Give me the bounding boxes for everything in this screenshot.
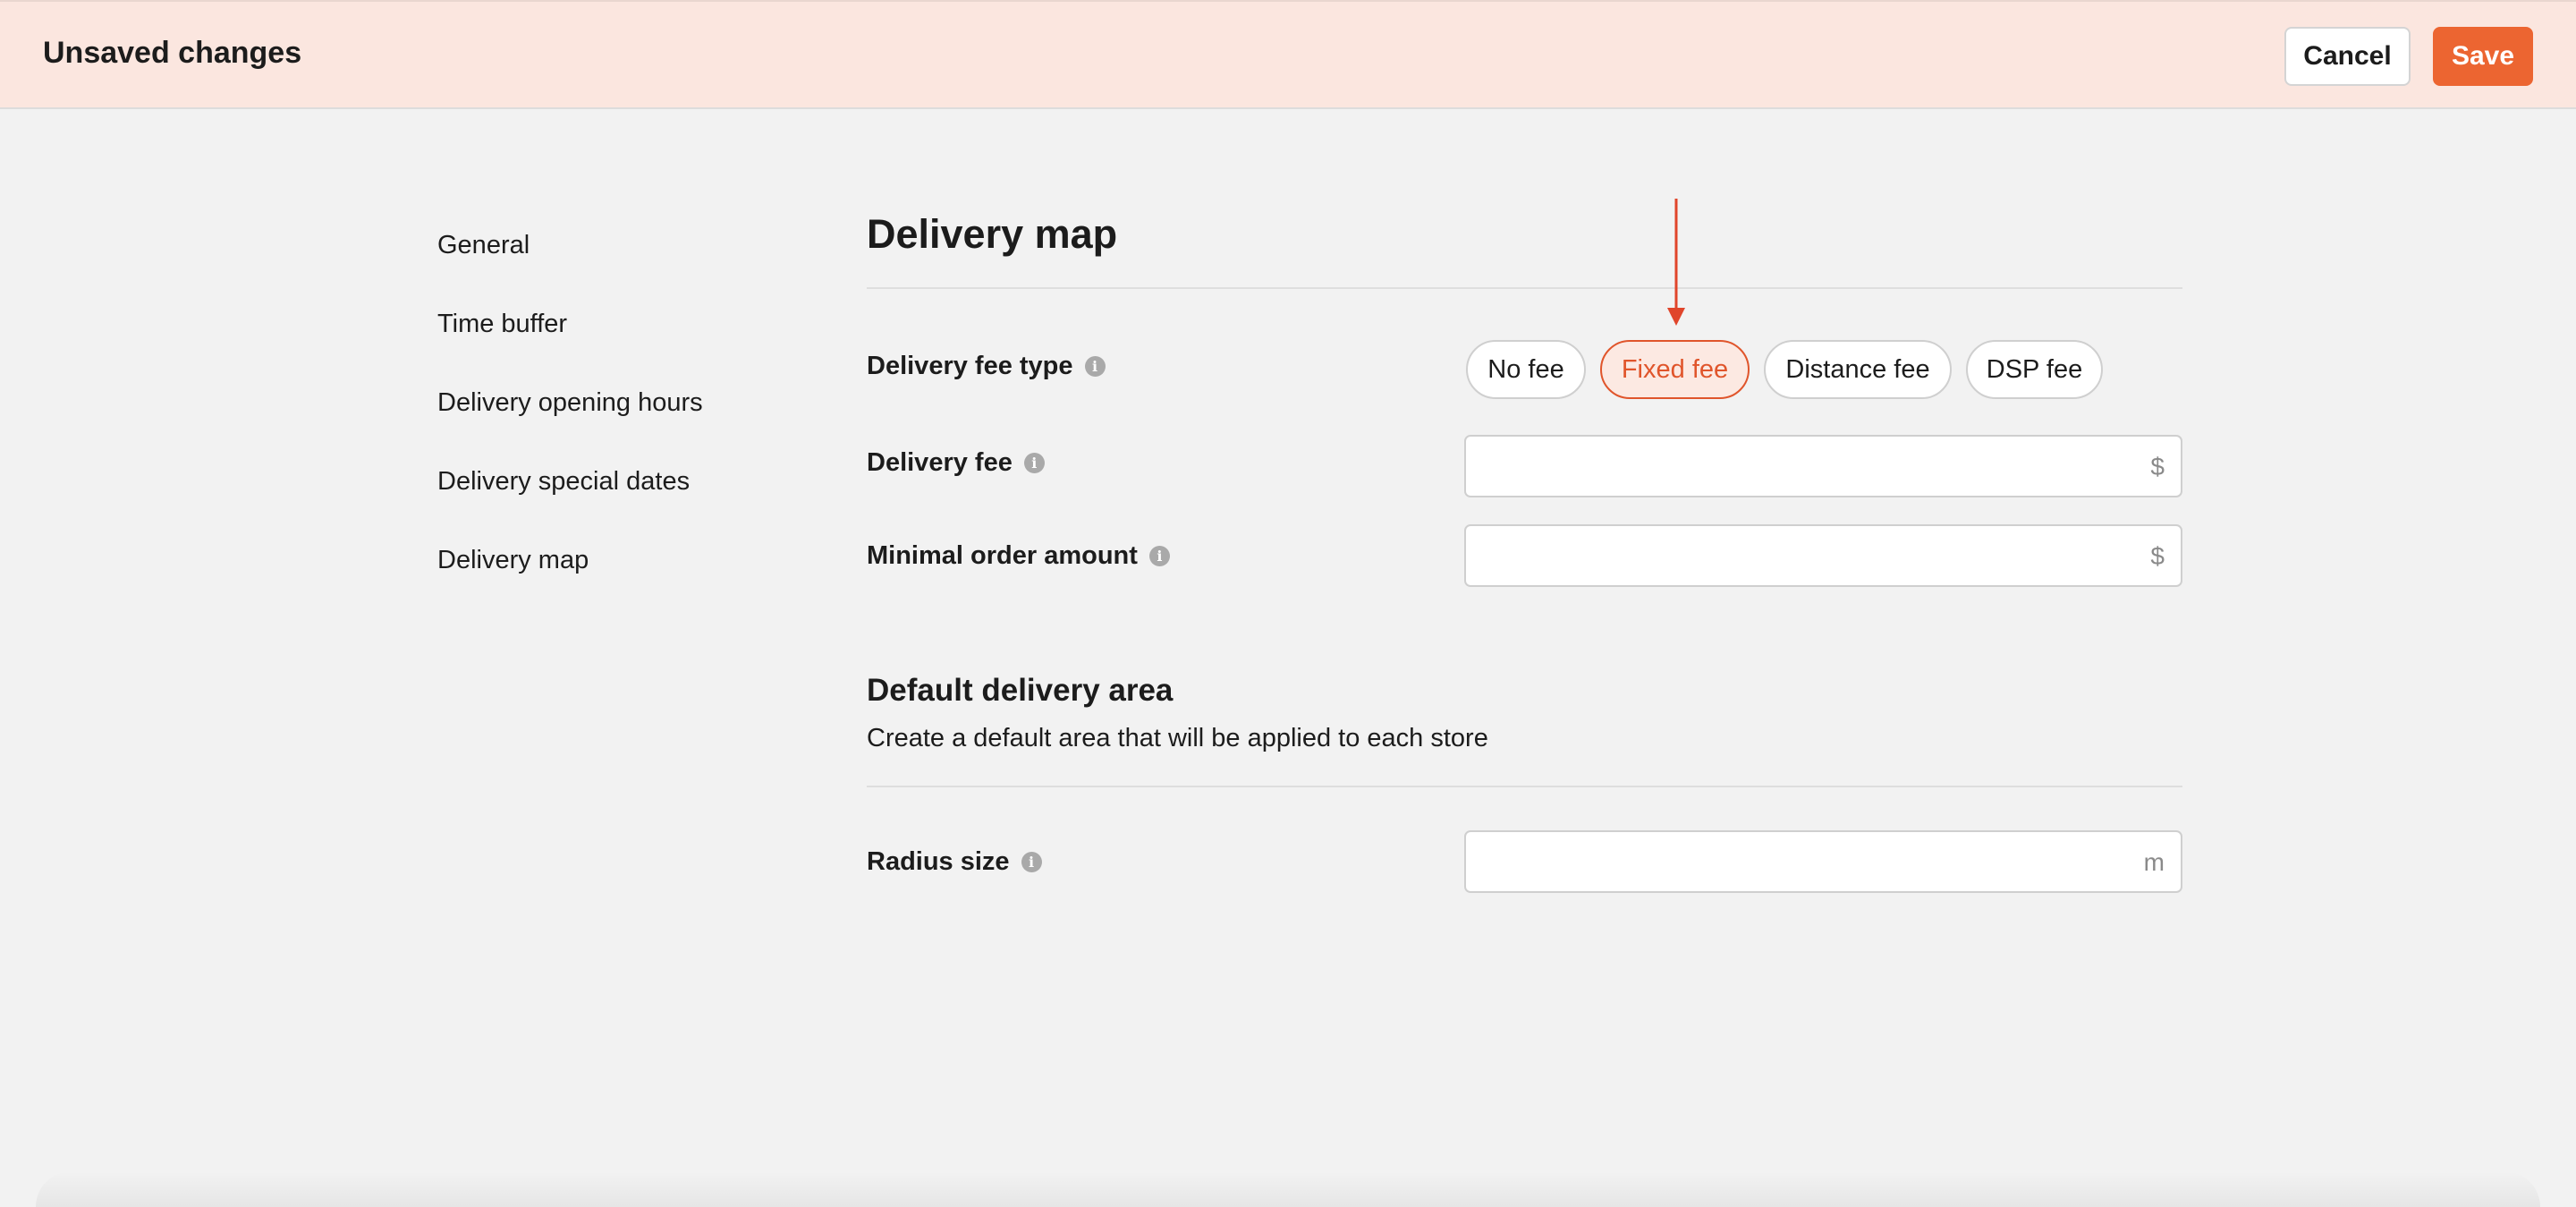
radius-size-text: Radius size xyxy=(867,847,1010,876)
fee-type-dsp-fee[interactable]: DSP fee xyxy=(1966,340,2103,399)
fee-type-fixed-fee[interactable]: Fixed fee xyxy=(1600,340,1750,399)
delivery-fee-input[interactable] xyxy=(1466,437,2128,496)
currency-suffix: $ xyxy=(2150,542,2165,570)
minimal-order-amount-field: $ xyxy=(1464,524,2182,587)
radius-size-input[interactable] xyxy=(1466,832,2128,891)
delivery-fee-text: Delivery fee xyxy=(867,448,1013,477)
unsaved-changes-title: Unsaved changes xyxy=(43,36,302,70)
save-button[interactable]: Save xyxy=(2433,27,2533,86)
sidebar-item-time-buffer[interactable]: Time buffer xyxy=(437,310,567,339)
fee-type-distance-fee[interactable]: Distance fee xyxy=(1764,340,1952,399)
default-delivery-area-description: Create a default area that will be appli… xyxy=(867,724,1488,752)
delivery-fee-type-text: Delivery fee type xyxy=(867,352,1073,380)
sidebar-item-delivery-map[interactable]: Delivery map xyxy=(437,546,589,575)
delivery-fee-field: $ xyxy=(1464,435,2182,497)
delivery-fee-label: Delivery fee i xyxy=(867,448,1045,478)
default-delivery-area-title: Default delivery area xyxy=(867,673,1174,708)
unsaved-changes-bar: Unsaved changes Cancel Save xyxy=(0,0,2576,109)
info-icon[interactable]: i xyxy=(1084,356,1106,377)
page-title: Delivery map xyxy=(867,211,1118,257)
cancel-button[interactable]: Cancel xyxy=(2284,27,2411,86)
minimal-order-amount-label: Minimal order amount i xyxy=(867,541,1170,571)
title-divider xyxy=(867,287,2182,289)
sidebar-item-general[interactable]: General xyxy=(437,231,530,260)
sidebar-item-delivery-special-dates[interactable]: Delivery special dates xyxy=(437,467,690,497)
fee-type-no-fee[interactable]: No fee xyxy=(1466,340,1586,399)
minimal-order-amount-input[interactable] xyxy=(1466,526,2128,585)
info-icon[interactable]: i xyxy=(1021,852,1042,872)
radius-size-label: Radius size i xyxy=(867,847,1042,877)
radius-size-field: m xyxy=(1464,830,2182,893)
delivery-fee-type-label: Delivery fee type i xyxy=(867,352,1106,381)
info-icon[interactable]: i xyxy=(1148,546,1170,566)
info-icon[interactable]: i xyxy=(1023,453,1045,473)
area-divider xyxy=(867,786,2182,787)
minimal-order-amount-text: Minimal order amount xyxy=(867,541,1138,570)
arrow-down-icon xyxy=(1667,199,1685,326)
bottom-shadow xyxy=(36,1171,2540,1207)
meters-suffix: m xyxy=(2143,848,2165,876)
currency-suffix: $ xyxy=(2150,453,2165,480)
sidebar-item-delivery-opening-hours[interactable]: Delivery opening hours xyxy=(437,388,703,418)
